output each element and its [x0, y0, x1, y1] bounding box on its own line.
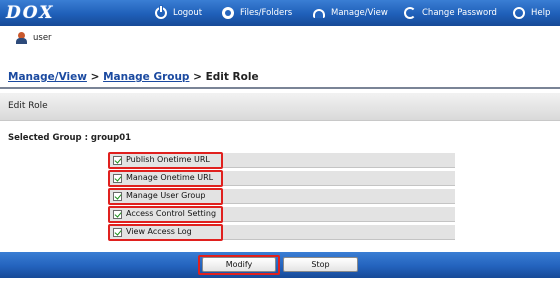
- nav-files-folders[interactable]: Files/Folders: [222, 6, 292, 20]
- nav-change-password[interactable]: Change Password: [404, 6, 497, 20]
- nav-logout[interactable]: Logout: [155, 6, 202, 20]
- nav-files-folders-label: Files/Folders: [240, 8, 293, 18]
- breadcrumb-current: Edit Role: [205, 71, 259, 83]
- top-nav-bar: DOX Logout Files/Folders Manage/View Cha…: [0, 0, 560, 26]
- nav-help[interactable]: Help: [513, 6, 550, 20]
- highlight-box: [108, 224, 223, 241]
- action-bar: [0, 252, 560, 278]
- logout-icon: [155, 6, 167, 19]
- highlight-box: [108, 170, 223, 187]
- current-user: user: [16, 32, 52, 44]
- breadcrumb: Manage/View > Manage Group > Edit Role: [8, 71, 259, 83]
- nav-logout-label: Logout: [173, 8, 203, 18]
- highlight-box: [108, 206, 223, 223]
- breadcrumb-divider: [0, 87, 560, 89]
- files-folders-icon: [222, 7, 234, 19]
- selected-group-label: Selected Group : group01: [8, 133, 132, 143]
- breadcrumb-manage-view[interactable]: Manage/View: [8, 71, 87, 83]
- stop-button[interactable]: Stop: [283, 257, 358, 272]
- help-icon: [513, 7, 525, 19]
- nav-help-label: Help: [531, 8, 551, 18]
- user-name: user: [33, 33, 52, 43]
- breadcrumb-separator: >: [90, 71, 100, 83]
- highlight-box: [108, 152, 223, 169]
- user-avatar-icon: [16, 32, 27, 44]
- page-title-band: Edit Role: [0, 93, 560, 121]
- change-password-icon: [404, 7, 416, 19]
- footer-spacer: [0, 278, 560, 291]
- breadcrumb-manage-group[interactable]: Manage Group: [103, 71, 189, 83]
- nav-manage-view[interactable]: Manage/View: [313, 6, 388, 20]
- nav-change-password-label: Change Password: [422, 8, 497, 18]
- app-logo: DOX: [6, 3, 55, 23]
- highlight-box: [108, 188, 223, 205]
- page-title: Edit Role: [8, 101, 48, 111]
- highlight-box: [198, 255, 280, 275]
- nav-manage-view-label: Manage/View: [331, 8, 388, 18]
- breadcrumb-separator: >: [193, 71, 202, 83]
- manage-view-icon: [313, 8, 325, 18]
